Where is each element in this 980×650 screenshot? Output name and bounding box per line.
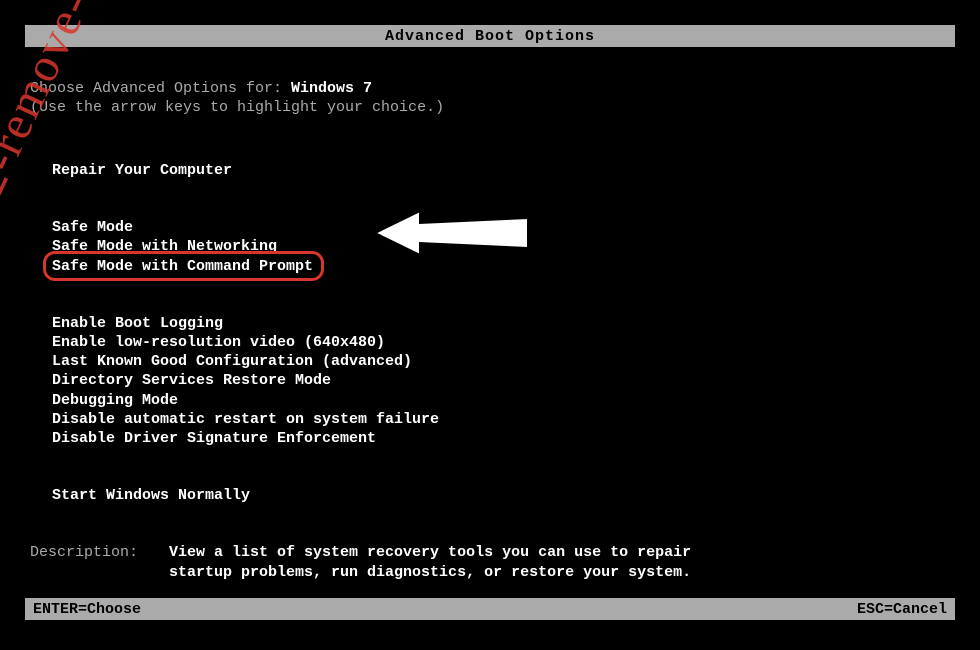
option-repair-computer[interactable]: Repair Your Computer xyxy=(52,161,950,180)
description-block: Description: View a list of system recov… xyxy=(30,543,950,582)
page-title: Advanced Boot Options xyxy=(385,28,595,45)
option-disable-driver-sig[interactable]: Disable Driver Signature Enforcement xyxy=(52,429,950,448)
boot-options: Repair Your Computer Safe Mode Safe Mode… xyxy=(52,161,950,505)
footer-bar: ENTER=Choose ESC=Cancel xyxy=(25,598,955,620)
option-low-res-video[interactable]: Enable low-resolution video (640x480) xyxy=(52,333,950,352)
title-bar: Advanced Boot Options xyxy=(25,25,955,47)
main-content: Choose Advanced Options for: Windows 7 (… xyxy=(30,80,950,582)
choose-line: Choose Advanced Options for: Windows 7 xyxy=(30,80,950,97)
description-label: Description: xyxy=(30,543,160,563)
option-start-normally[interactable]: Start Windows Normally xyxy=(52,486,950,505)
enter-hint: ENTER=Choose xyxy=(33,601,141,618)
choose-prefix: Choose Advanced Options for: xyxy=(30,80,291,97)
option-debugging-mode[interactable]: Debugging Mode xyxy=(52,391,950,410)
option-safe-mode-networking[interactable]: Safe Mode with Networking xyxy=(52,237,950,256)
os-name: Windows 7 xyxy=(291,80,372,97)
option-safe-mode[interactable]: Safe Mode xyxy=(52,218,950,237)
description-text: View a list of system recovery tools you… xyxy=(169,543,729,582)
option-directory-services[interactable]: Directory Services Restore Mode xyxy=(52,371,950,390)
esc-hint: ESC=Cancel xyxy=(857,601,947,618)
option-disable-auto-restart[interactable]: Disable automatic restart on system fail… xyxy=(52,410,950,429)
option-boot-logging[interactable]: Enable Boot Logging xyxy=(52,314,950,333)
hint-line: (Use the arrow keys to highlight your ch… xyxy=(30,99,950,116)
option-last-known-good[interactable]: Last Known Good Configuration (advanced) xyxy=(52,352,950,371)
option-safe-mode-command-prompt[interactable]: Safe Mode with Command Prompt xyxy=(52,257,313,276)
